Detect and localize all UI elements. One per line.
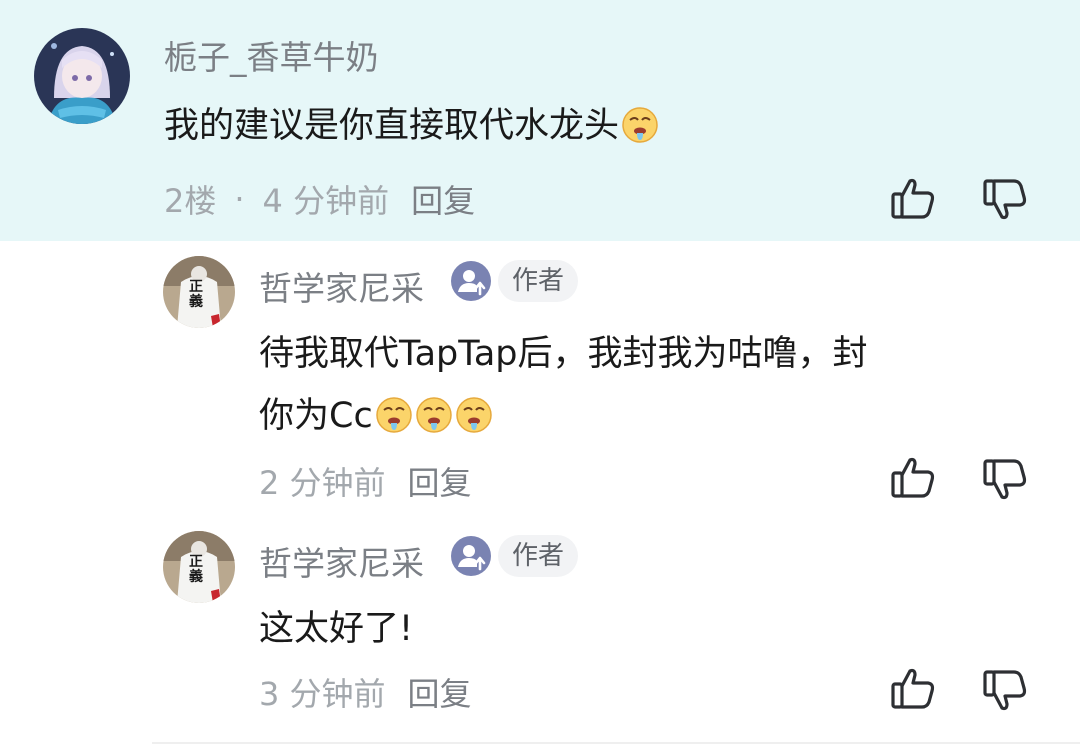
drooling-face-emoji: [375, 396, 413, 434]
reply-text-line2: 你为Cc: [259, 385, 868, 447]
drooling-face-emoji: [455, 396, 493, 434]
author-badge: 作者: [498, 535, 579, 577]
comment-meta: 2楼 · 4 分钟前 回复: [164, 176, 475, 222]
thumbs-up-icon[interactable]: [888, 452, 938, 502]
reply-text-line2-text: 你为Cc: [259, 396, 373, 436]
avatar[interactable]: [34, 28, 130, 124]
avatar[interactable]: 正義: [163, 531, 235, 603]
thumbs-down-icon[interactable]: [980, 455, 1030, 505]
timestamp: 3 分钟前: [259, 675, 386, 713]
thumbs-down-icon[interactable]: [980, 666, 1030, 716]
reply-text-line1: 待我取代TapTap后，我封我为咕噜，封: [259, 334, 868, 374]
avatar-text: 正義: [189, 554, 203, 585]
drooling-face-emoji: [621, 106, 659, 144]
reply-button[interactable]: 回复: [411, 176, 475, 222]
author-upload-icon: [451, 261, 491, 301]
meta-separator: ·: [234, 180, 245, 218]
thumbs-down-icon[interactable]: [980, 175, 1030, 225]
author-upload-icon: [451, 536, 491, 576]
avatar[interactable]: 正義: [163, 256, 235, 328]
main-comment: 栀子_香草牛奶 我的建议是你直接取代水龙头 2楼 · 4 分钟前 回复: [0, 0, 1080, 241]
username[interactable]: 哲学家尼采: [259, 537, 424, 585]
reply-text-line1: 这太好了!: [259, 609, 414, 649]
comment-text: 我的建议是你直接取代水龙头: [164, 106, 620, 146]
drooling-face-emoji: [415, 396, 453, 434]
username[interactable]: 哲学家尼采: [259, 262, 424, 310]
timestamp: 2 分钟前: [259, 464, 386, 502]
divider: [152, 742, 1080, 744]
reply-meta: 3 分钟前 回复: [259, 669, 472, 715]
reply-content: 待我取代TapTap后，我封我为咕噜，封 你为Cc: [259, 323, 868, 447]
reply-meta: 2 分钟前 回复: [259, 458, 472, 504]
thumbs-up-icon[interactable]: [888, 663, 938, 713]
avatar-text: 正義: [189, 279, 203, 310]
reply-content: 这太好了!: [259, 598, 413, 660]
timestamp: 4 分钟前: [262, 182, 390, 220]
comment-content: 我的建议是你直接取代水龙头: [164, 95, 659, 157]
username[interactable]: 栀子_香草牛奶: [164, 31, 379, 79]
thumbs-up-icon[interactable]: [888, 173, 938, 223]
author-badge: 作者: [498, 260, 579, 302]
reply-button[interactable]: 回复: [408, 669, 472, 715]
floor-number: 2楼: [164, 182, 217, 220]
reply-button[interactable]: 回复: [408, 458, 472, 504]
